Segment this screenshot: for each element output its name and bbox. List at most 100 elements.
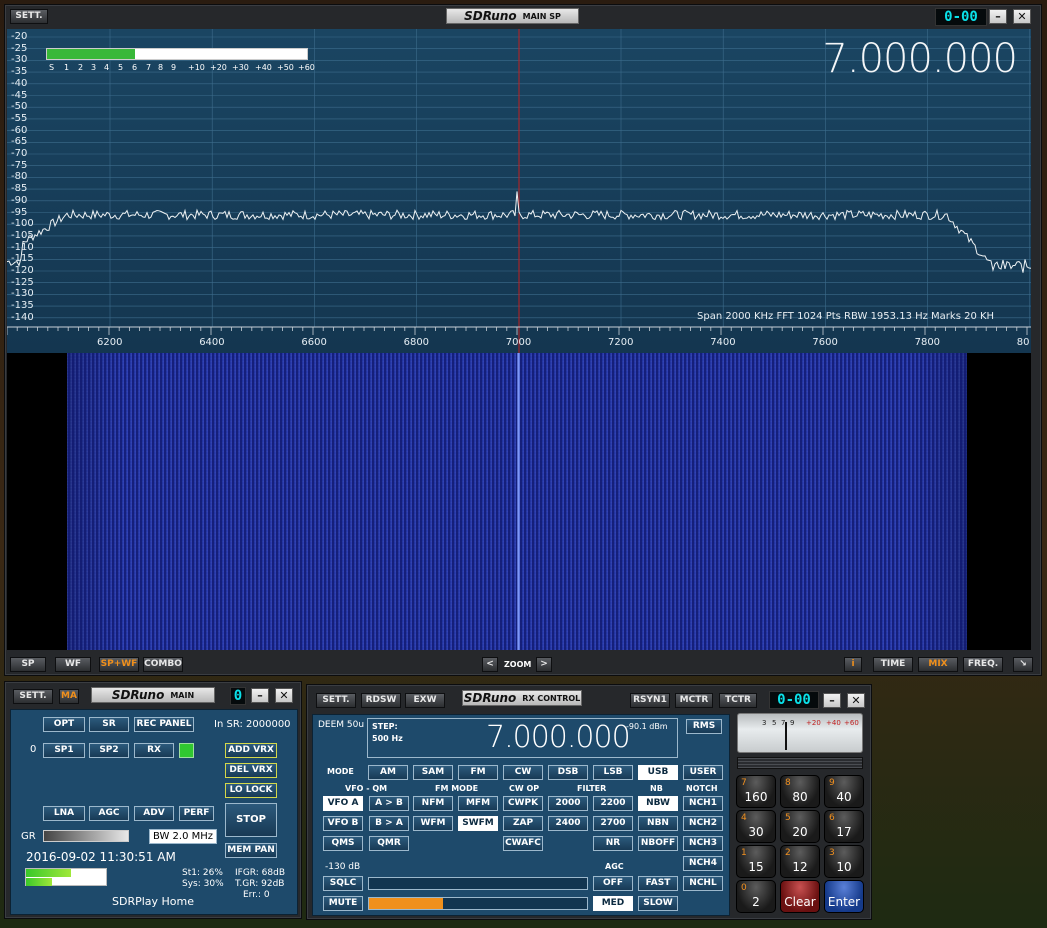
nr-button[interactable]: NR xyxy=(593,836,633,851)
main-sett-button[interactable]: SETT. xyxy=(13,689,53,704)
perf-button[interactable]: PERF xyxy=(179,806,214,821)
mode-lsb-button[interactable]: LSB xyxy=(593,765,633,780)
agc-med-button[interactable]: MED xyxy=(593,896,633,911)
volume-slider[interactable] xyxy=(368,897,588,910)
agc-off-button[interactable]: OFF xyxy=(593,876,633,891)
filter-2200-button[interactable]: 2200 xyxy=(593,796,633,811)
exw-button[interactable]: EXW xyxy=(405,693,445,708)
keypad-key[interactable]: 8 80 xyxy=(780,775,820,808)
keypad-key[interactable]: 7 160 xyxy=(736,775,776,808)
mix-button[interactable]: MIX xyxy=(918,657,958,672)
keypad-key[interactable]: 1 15 xyxy=(736,845,776,878)
keypad-key[interactable]: 6 17 xyxy=(824,810,864,843)
keypad-key[interactable]: Clear xyxy=(780,880,820,913)
rsyn1-button[interactable]: RSYN1 xyxy=(630,693,670,708)
swfm-button[interactable]: SWFM xyxy=(458,816,498,831)
squelch-slider[interactable] xyxy=(368,877,588,890)
add-vrx-button[interactable]: ADD VRX xyxy=(225,743,277,758)
rx-frequency-display[interactable]: 7.000.000 xyxy=(486,723,631,753)
rx-close-button[interactable]: ✕ xyxy=(847,693,865,708)
agc-button[interactable]: AGC xyxy=(89,806,129,821)
filter-2400-button[interactable]: 2400 xyxy=(548,816,588,831)
nbn-button[interactable]: NBN xyxy=(638,816,678,831)
filter-2000-button[interactable]: 2000 xyxy=(548,796,588,811)
vfo-a-button[interactable]: VFO A xyxy=(323,796,363,811)
mfm-button[interactable]: MFM xyxy=(458,796,498,811)
zoom-out-button[interactable]: < xyxy=(482,657,498,672)
agc-fast-button[interactable]: FAST xyxy=(638,876,678,891)
waterfall-display[interactable] xyxy=(7,353,1031,650)
sp-minimize-button[interactable]: – xyxy=(989,9,1007,24)
sp1-button[interactable]: SP1 xyxy=(43,743,85,758)
spectrum-display[interactable]: -20 -25 -30 -35 -40 -45 -50 -55 -60 -65 -70 -75 -80-… xyxy=(7,29,1031,353)
mode-fm-button[interactable]: FM xyxy=(458,765,498,780)
bw-button[interactable]: BW 2.0 MHz xyxy=(149,829,217,844)
cwpk-button[interactable]: CWPK xyxy=(503,796,543,811)
mode-dsb-button[interactable]: DSB xyxy=(548,765,588,780)
ma-button[interactable]: MA xyxy=(59,689,79,704)
rx-button[interactable]: RX xyxy=(134,743,174,758)
wfm-button[interactable]: WFM xyxy=(413,816,453,831)
lo-lock-button[interactable]: LO LOCK xyxy=(225,783,277,798)
keypad-key[interactable]: 3 10 xyxy=(824,845,864,878)
nboff-button[interactable]: NBOFF xyxy=(638,836,678,851)
nch4-button[interactable]: NCH4 xyxy=(683,856,723,871)
sp-close-button[interactable]: ✕ xyxy=(1013,9,1031,24)
main-minimize-button[interactable]: – xyxy=(251,688,269,703)
zoom-in-button[interactable]: > xyxy=(536,657,552,672)
sp-sett-button[interactable]: SETT. xyxy=(10,9,48,24)
resize-icon[interactable]: ↘ xyxy=(1013,657,1033,672)
freq-button[interactable]: FREQ. xyxy=(963,657,1003,672)
sqlc-button[interactable]: SQLC xyxy=(323,876,363,891)
mode-cw-button[interactable]: CW xyxy=(503,765,543,780)
lna-button[interactable]: LNA xyxy=(43,806,85,821)
rx-sett-button[interactable]: SETT. xyxy=(316,693,356,708)
sp-mode-button[interactable]: SP xyxy=(10,657,46,672)
nbw-button[interactable]: NBW xyxy=(638,796,678,811)
mode-user-button[interactable]: USER xyxy=(683,765,723,780)
sp2-button[interactable]: SP2 xyxy=(89,743,129,758)
sdrplay-home-link[interactable]: SDRPlay Home xyxy=(112,896,194,907)
nfm-button[interactable]: NFM xyxy=(413,796,453,811)
qmr-button[interactable]: QMR xyxy=(369,836,409,851)
mode-usb-button[interactable]: USB xyxy=(638,765,678,780)
keypad-key[interactable]: 4 30 xyxy=(736,810,776,843)
main-frequency-display[interactable]: 7.000.000 xyxy=(822,39,1018,79)
time-button[interactable]: TIME xyxy=(873,657,913,672)
rdsw-button[interactable]: RDSW xyxy=(361,693,401,708)
b-to-a-button[interactable]: B > A xyxy=(369,816,409,831)
nch3-button[interactable]: NCH3 xyxy=(683,836,723,851)
qms-button[interactable]: QMS xyxy=(323,836,363,851)
keypad-key[interactable]: 02 xyxy=(736,880,776,913)
nch1-button[interactable]: NCH1 xyxy=(683,796,723,811)
spwf-mode-button[interactable]: SP+WF xyxy=(99,657,139,672)
keypad-key[interactable]: Enter xyxy=(824,880,864,913)
nch2-button[interactable]: NCH2 xyxy=(683,816,723,831)
combo-mode-button[interactable]: COMBO xyxy=(143,657,183,672)
keypad-key[interactable]: 9 40 xyxy=(824,775,864,808)
zap-button[interactable]: ZAP xyxy=(503,816,543,831)
rms-button[interactable]: RMS xyxy=(686,719,722,734)
opt-button[interactable]: OPT xyxy=(43,717,85,732)
wf-mode-button[interactable]: WF xyxy=(55,657,91,672)
filter-2700-button[interactable]: 2700 xyxy=(593,816,633,831)
gr-slider[interactable] xyxy=(43,830,129,842)
mem-pan-button[interactable]: MEM PAN xyxy=(225,843,277,858)
nchl-button[interactable]: NCHL xyxy=(683,876,723,891)
mute-button[interactable]: MUTE xyxy=(323,896,363,911)
mode-am-button[interactable]: AM xyxy=(368,765,408,780)
rec-panel-button[interactable]: REC PANEL xyxy=(134,717,194,732)
del-vrx-button[interactable]: DEL VRX xyxy=(225,763,277,778)
agc-slow-button[interactable]: SLOW xyxy=(638,896,678,911)
keypad-key[interactable]: 2 12 xyxy=(780,845,820,878)
mctr-button[interactable]: MCTR xyxy=(675,693,713,708)
vfo-b-button[interactable]: VFO B xyxy=(323,816,363,831)
adv-button[interactable]: ADV xyxy=(134,806,174,821)
keypad-key[interactable]: 5 20 xyxy=(780,810,820,843)
sr-button[interactable]: SR xyxy=(89,717,129,732)
tctr-button[interactable]: TCTR xyxy=(719,693,757,708)
info-button[interactable]: i xyxy=(844,657,862,672)
main-close-button[interactable]: ✕ xyxy=(275,688,293,703)
a-to-b-button[interactable]: A > B xyxy=(369,796,409,811)
cwafc-button[interactable]: CWAFC xyxy=(503,836,543,851)
